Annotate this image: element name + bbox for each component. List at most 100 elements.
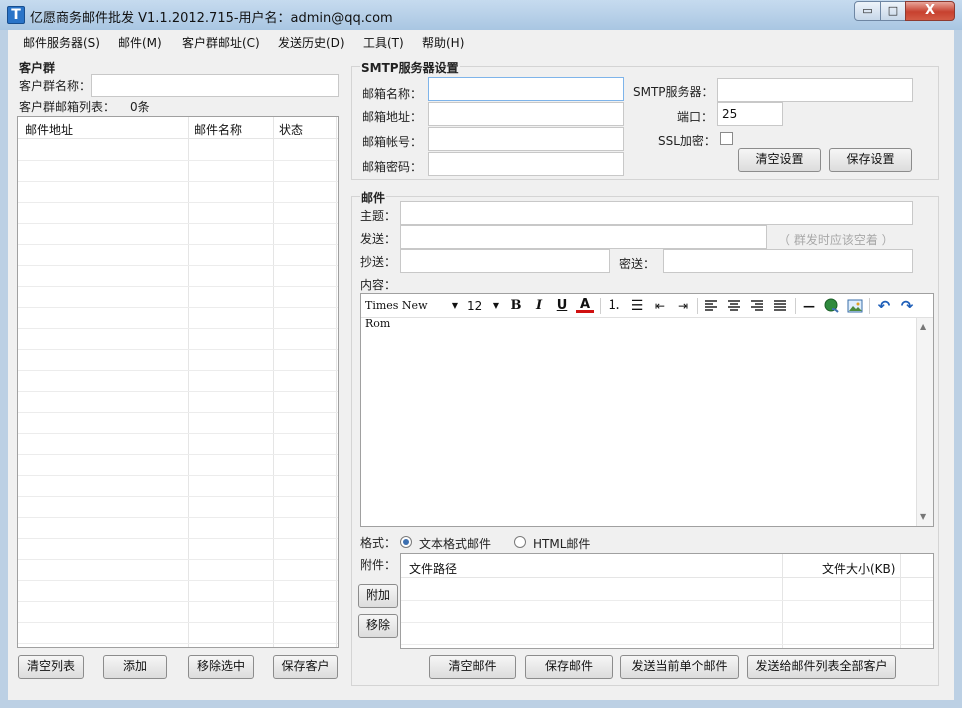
redo-icon[interactable]: ↷ — [897, 297, 917, 315]
toolbar-separator — [697, 298, 698, 314]
column-email-address[interactable]: 邮件地址 — [25, 121, 73, 138]
group-list-label: 客户群邮箱列表： — [19, 100, 116, 114]
menu-help[interactable]: 帮助(H) — [422, 34, 464, 51]
justify-icon[interactable] — [771, 297, 789, 315]
scroll-down-icon[interactable]: ▼ — [920, 512, 926, 521]
clear-settings-button[interactable]: 清空设置 — [738, 148, 821, 172]
email-password-input[interactable] — [428, 152, 624, 176]
email-name-input[interactable] — [428, 77, 624, 101]
attachment-table[interactable]: 文件路径 文件大小(KB) — [400, 553, 934, 649]
port-input[interactable] — [717, 102, 783, 126]
ssl-label: SSL加密： — [658, 134, 716, 148]
to-input[interactable] — [400, 225, 767, 249]
editor-scrollbar[interactable] — [916, 318, 933, 526]
toolbar-separator — [600, 298, 601, 314]
horizontal-rule-icon[interactable]: — — [800, 297, 818, 315]
mail-legend: 邮件 — [360, 189, 387, 206]
text-format-radio[interactable] — [400, 536, 412, 548]
scroll-up-icon[interactable]: ▲ — [920, 322, 926, 331]
email-account-input[interactable] — [428, 127, 624, 151]
minimize-button[interactable]: ▭ — [854, 1, 881, 21]
font-family-select[interactable]: Times New Rom — [365, 297, 455, 330]
bcc-input[interactable] — [663, 249, 913, 273]
text-format-label[interactable]: 文本格式邮件 — [419, 535, 491, 552]
html-format-label[interactable]: HTML邮件 — [533, 535, 590, 552]
image-icon[interactable] — [846, 297, 864, 315]
group-count: 0条 — [130, 100, 150, 114]
column-file-path[interactable]: 文件路径 — [409, 560, 457, 577]
undo-icon[interactable]: ↶ — [874, 297, 894, 315]
group-name-input[interactable] — [91, 74, 339, 97]
underline-icon[interactable]: U — [553, 297, 571, 315]
send-all-button[interactable]: 发送给邮件列表全部客户 — [747, 655, 896, 679]
cc-label: 抄送： — [360, 255, 397, 269]
column-divider — [188, 117, 189, 647]
content-label: 内容： — [360, 278, 397, 292]
email-address-label: 邮箱地址： — [362, 110, 423, 124]
row-line — [18, 433, 338, 434]
menu-tools[interactable]: 工具(T) — [363, 34, 404, 51]
align-center-icon[interactable] — [725, 297, 743, 315]
align-right-icon[interactable] — [748, 297, 766, 315]
menu-mail[interactable]: 邮件(M) — [118, 34, 162, 51]
row-line — [18, 517, 338, 518]
menu-mail-server[interactable]: 邮件服务器(S) — [23, 34, 100, 51]
row-line — [18, 370, 338, 371]
menu-customer-address[interactable]: 客户群邮址(C) — [182, 34, 260, 51]
email-address-input[interactable] — [428, 102, 624, 126]
to-hint: （ 群发时应该空着 ） — [778, 233, 894, 247]
add-customer-button[interactable]: 添加 — [103, 655, 167, 679]
bullet-list-icon[interactable]: ☰ — [628, 297, 646, 315]
customer-email-table[interactable]: 邮件地址 邮件名称 状态 — [17, 116, 339, 648]
row-line — [18, 265, 338, 266]
port-label: 端口： — [677, 110, 714, 124]
content-editor[interactable] — [360, 293, 934, 527]
ssl-checkbox[interactable] — [720, 132, 733, 145]
outdent-icon[interactable]: ⇤ — [651, 297, 669, 315]
font-size-select[interactable]: 12 — [467, 297, 487, 315]
row-line — [401, 622, 933, 623]
attach-file-button[interactable]: 附加 — [358, 584, 398, 608]
row-line — [18, 496, 338, 497]
cc-input[interactable] — [400, 249, 610, 273]
close-icon: X — [924, 3, 936, 18]
attachment-table-header: 文件路径 文件大小(KB) — [401, 554, 933, 578]
send-single-button[interactable]: 发送当前单个邮件 — [620, 655, 739, 679]
save-mail-button[interactable]: 保存邮件 — [525, 655, 613, 679]
subject-label: 主题： — [360, 209, 397, 223]
row-line — [18, 181, 338, 182]
toolbar-separator — [869, 298, 870, 314]
remove-selected-button[interactable]: 移除选中 — [188, 655, 254, 679]
column-file-size[interactable]: 文件大小(KB) — [822, 560, 895, 577]
row-line — [18, 622, 338, 623]
indent-icon[interactable]: ⇥ — [674, 297, 692, 315]
row-line — [18, 643, 338, 644]
bold-icon[interactable]: B — [507, 297, 525, 315]
column-status[interactable]: 状态 — [279, 121, 303, 138]
remove-attachment-button[interactable]: 移除 — [358, 614, 398, 638]
font-color-icon[interactable]: A — [576, 297, 594, 313]
clear-mail-button[interactable]: 清空邮件 — [429, 655, 516, 679]
format-label: 格式： — [360, 536, 397, 550]
subject-input[interactable] — [400, 201, 913, 225]
row-line — [18, 202, 338, 203]
align-left-icon[interactable] — [702, 297, 720, 315]
link-icon[interactable] — [823, 297, 841, 315]
bcc-label: 密送： — [619, 257, 656, 271]
ordered-list-icon[interactable]: ⒈ — [605, 297, 623, 315]
to-label: 发送： — [360, 232, 397, 246]
font-dropdown-icon[interactable]: ▼ — [451, 297, 459, 315]
clear-list-button[interactable]: 清空列表 — [18, 655, 84, 679]
column-email-name[interactable]: 邮件名称 — [194, 121, 242, 138]
menu-send-history[interactable]: 发送历史(D) — [278, 34, 345, 51]
html-format-radio[interactable] — [514, 536, 526, 548]
save-settings-button[interactable]: 保存设置 — [829, 148, 912, 172]
italic-icon[interactable]: I — [530, 297, 548, 315]
smtp-server-input[interactable] — [717, 78, 913, 102]
size-dropdown-icon[interactable]: ▼ — [492, 297, 500, 315]
window-title: 亿愿商务邮件批发 V1.1.2012.715-用户名：admin@qq.com — [30, 11, 393, 26]
save-customer-button[interactable]: 保存客户 — [273, 655, 338, 679]
maximize-button[interactable]: □ — [880, 1, 906, 21]
close-button[interactable]: X — [905, 1, 955, 21]
row-line — [18, 412, 338, 413]
